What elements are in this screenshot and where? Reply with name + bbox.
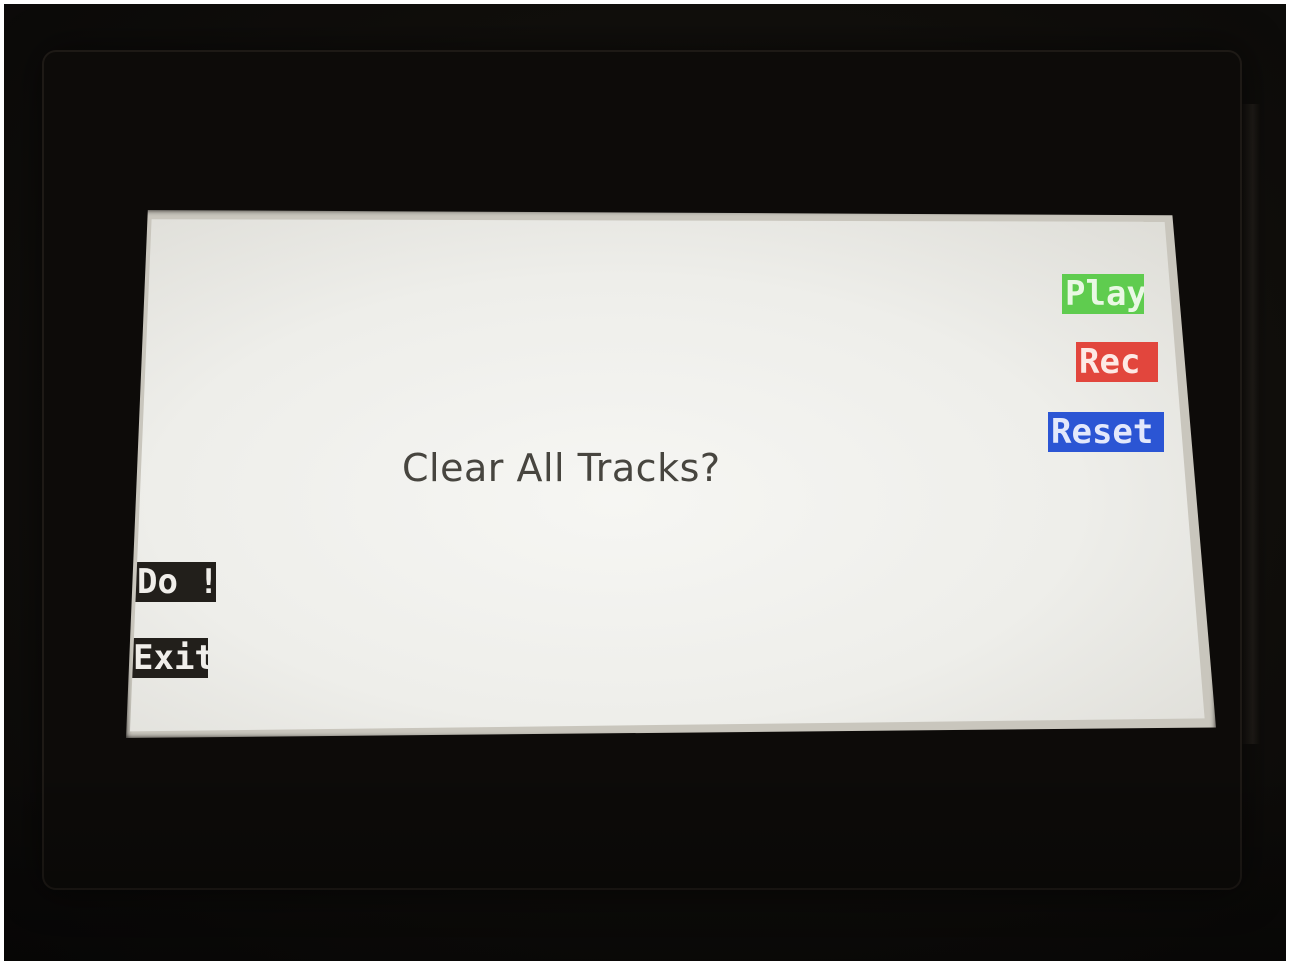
device-edge-highlight [1242,104,1260,744]
device-bezel: Clear All Tracks? Play Rec Reset Do ! Ex… [4,4,1286,961]
exit-softkey[interactable]: Exit [130,638,208,678]
bottom-shadow [4,761,1286,961]
rec-softkey[interactable]: Rec [1076,342,1158,382]
lcd-screen: Clear All Tracks? Play Rec Reset Do ! Ex… [130,219,1205,732]
play-softkey[interactable]: Play [1062,274,1144,314]
do-it-softkey[interactable]: Do ! [134,562,216,602]
confirm-message: Clear All Tracks? [402,446,721,490]
reset-softkey[interactable]: Reset [1048,412,1164,452]
